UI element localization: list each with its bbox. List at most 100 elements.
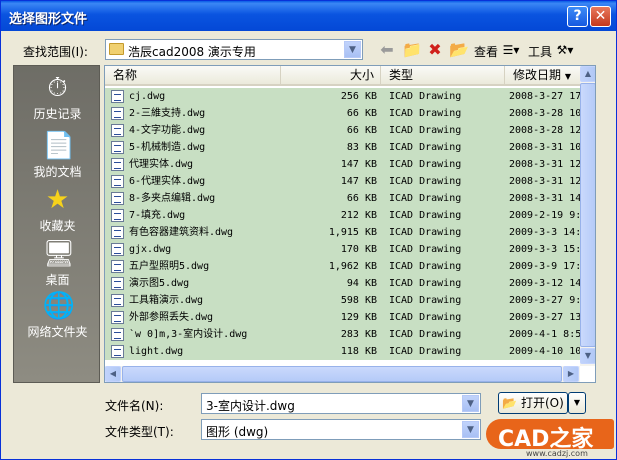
network-folder-icon: 🌐	[42, 291, 75, 321]
column-date-label: 修改日期	[513, 68, 562, 82]
close-button[interactable]: ✕	[590, 6, 611, 27]
file-type: ICAD Drawing	[389, 125, 462, 136]
filename-input[interactable]: 3-室内设计.dwg ▼	[201, 393, 481, 414]
file-date: 2009-3-3 15:	[509, 244, 581, 255]
file-type: ICAD Drawing	[389, 227, 462, 238]
vertical-scrollbar[interactable]: ▲ ▼	[580, 66, 595, 366]
file-open-dialog: 选择图形文件 ? ✕ 查找范围(I): 浩辰cad2008 演示专用 ▼ ⬅ 📁…	[0, 0, 617, 460]
file-name: gjx.dwg	[129, 244, 172, 255]
file-size: 83 KB	[346, 142, 377, 153]
open-dropdown-button[interactable]: ▼	[568, 392, 586, 414]
file-row[interactable]: 演示图5.dwg 94 KB ICAD Drawing 2009-3-12 14	[105, 275, 595, 292]
file-date: 2009-3-9 17:	[509, 261, 581, 272]
place-favorites[interactable]: ★ 收藏夹	[14, 186, 101, 234]
hscroll-thumb[interactable]	[122, 366, 562, 382]
file-date: 2008-3-31 14	[509, 193, 581, 204]
up-folder-icon[interactable]: 📁	[402, 40, 422, 60]
file-name: 有色容器建筑资料.dwg	[129, 227, 234, 238]
dwg-file-icon	[111, 141, 124, 154]
file-row[interactable]: cj.dwg 256 KB ICAD Drawing 2008-3-27 17	[105, 88, 595, 105]
file-row[interactable]: 8-多夹点编辑.dwg 66 KB ICAD Drawing 2008-3-31 14	[105, 190, 595, 207]
file-name: 4-文字功能.dwg	[129, 125, 206, 136]
dwg-file-icon	[111, 90, 124, 103]
file-row[interactable]: 外部参照丢失.dwg 129 KB ICAD Drawing 2009-3-27 13	[105, 309, 595, 326]
views-menu-icon[interactable]: ☰▾	[500, 40, 522, 60]
filename-value: 3-室内设计.dwg	[206, 399, 295, 413]
scroll-down-icon[interactable]: ▼	[580, 348, 595, 364]
open-button[interactable]: 📂 打开(O)	[498, 392, 568, 414]
file-row[interactable]: 工具箱演示.dwg 598 KB ICAD Drawing 2009-3-27 9:	[105, 292, 595, 309]
file-row[interactable]: light.dwg 118 KB ICAD Drawing 2009-4-10 10	[105, 343, 595, 360]
place-network-folder[interactable]: 🌐 网络文件夹	[14, 292, 101, 340]
file-date: 2009-4-1 8:5	[509, 329, 581, 340]
place-history[interactable]: ⏱ 历史记录	[14, 74, 101, 122]
file-row[interactable]: 2-三維支持.dwg 66 KB ICAD Drawing 2008-3-28 10	[105, 105, 595, 122]
place-my-documents[interactable]: 📄 我的文档	[14, 132, 101, 180]
dwg-file-icon	[111, 311, 124, 324]
file-row[interactable]: 五户型照明5.dwg 1,962 KB ICAD Drawing 2009-3-9 1…	[105, 258, 595, 275]
file-size: 170 KB	[340, 244, 377, 255]
column-header: 名称 大小 类型 修改日期 ▼	[105, 66, 595, 86]
file-list[interactable]: 名称 大小 类型 修改日期 ▼ cj.dwg 256 KB ICAD Drawing…	[104, 65, 596, 383]
file-name: 外部参照丢失.dwg	[129, 312, 214, 323]
file-date: 2009-3-3 14:	[509, 227, 581, 238]
file-type: ICAD Drawing	[389, 176, 462, 187]
file-row[interactable]: 代理实体.dwg 147 KB ICAD Drawing 2008-3-31 12	[105, 156, 595, 173]
watermark-url: www.cadzj.com	[526, 449, 588, 458]
file-size: 256 KB	[340, 91, 377, 102]
file-type: ICAD Drawing	[389, 329, 462, 340]
file-row[interactable]: 6-代理实体.dwg 147 KB ICAD Drawing 2008-3-31 12	[105, 173, 595, 190]
dwg-file-icon	[111, 158, 124, 171]
dwg-file-icon	[111, 175, 124, 188]
dwg-file-icon	[111, 277, 124, 290]
scroll-up-icon[interactable]: ▲	[580, 66, 595, 82]
dwg-file-icon	[111, 226, 124, 239]
file-row[interactable]: 4-文字功能.dwg 66 KB ICAD Drawing 2008-3-28 12	[105, 122, 595, 139]
file-row[interactable]: 5-机械制造.dwg 83 KB ICAD Drawing 2008-3-31 10	[105, 139, 595, 156]
file-name: 五户型照明5.dwg	[129, 261, 210, 272]
place-label: 我的文档	[33, 165, 82, 179]
file-row[interactable]: 有色容器建筑资料.dwg 1,915 KB ICAD Drawing 2009-3-3…	[105, 224, 595, 241]
scroll-left-icon[interactable]: ◀	[105, 366, 121, 382]
file-date: 2008-3-27 17	[509, 91, 581, 102]
views-label[interactable]: 查看	[474, 43, 498, 60]
chevron-down-icon[interactable]: ▼	[344, 41, 361, 58]
scroll-right-icon[interactable]: ▶	[563, 366, 579, 382]
file-name: `w 0]m,3-室内设计.dwg	[129, 329, 248, 340]
file-name: light.dwg	[129, 346, 184, 357]
file-date: 2009-3-27 9:	[509, 295, 581, 306]
file-row[interactable]: gjx.dwg 170 KB ICAD Drawing 2009-3-3 15:	[105, 241, 595, 258]
help-button[interactable]: ?	[567, 6, 588, 27]
file-type: ICAD Drawing	[389, 193, 462, 204]
file-row[interactable]: 7-填充.dwg 212 KB ICAD Drawing 2009-2-19 9:	[105, 207, 595, 224]
column-size[interactable]: 大小	[281, 66, 381, 86]
new-folder-icon[interactable]: 📂	[449, 40, 469, 60]
tools-label[interactable]: 工具	[528, 43, 552, 60]
horizontal-scrollbar[interactable]: ◀ ▶	[105, 366, 580, 382]
file-size: 147 KB	[340, 159, 377, 170]
file-size: 118 KB	[340, 346, 377, 357]
dwg-file-icon	[111, 107, 124, 120]
lookin-combo[interactable]: 浩辰cad2008 演示专用 ▼	[105, 39, 363, 60]
file-date: 2008-3-31 12	[509, 176, 581, 187]
file-size: 598 KB	[340, 295, 377, 306]
dialog-title: 选择图形文件	[9, 12, 88, 27]
file-type: ICAD Drawing	[389, 278, 462, 289]
file-size: 212 KB	[340, 210, 377, 221]
column-type[interactable]: 类型	[381, 66, 505, 86]
file-name: 7-填充.dwg	[129, 210, 186, 221]
chevron-down-icon[interactable]: ▼	[462, 395, 479, 412]
tools-menu-icon[interactable]: ⚒▾	[554, 40, 576, 60]
place-desktop[interactable]: 🖥 桌面	[14, 240, 101, 288]
filetype-value: 图形 (dwg)	[206, 425, 269, 439]
lookin-label: 查找范围(I):	[23, 45, 88, 59]
file-row[interactable]: `w 0]m,3-室内设计.dwg 283 KB ICAD Drawing 2009-…	[105, 326, 595, 343]
back-arrow-icon[interactable]: ⬅	[377, 40, 397, 60]
file-date: 2008-3-31 12	[509, 159, 581, 170]
scroll-thumb[interactable]	[580, 83, 595, 347]
filetype-select[interactable]: 图形 (dwg) ▼	[201, 419, 481, 440]
chevron-down-icon[interactable]: ▼	[462, 421, 479, 438]
delete-icon[interactable]: ✖	[425, 40, 445, 60]
column-name[interactable]: 名称	[105, 66, 281, 86]
file-name: 演示图5.dwg	[129, 278, 190, 289]
